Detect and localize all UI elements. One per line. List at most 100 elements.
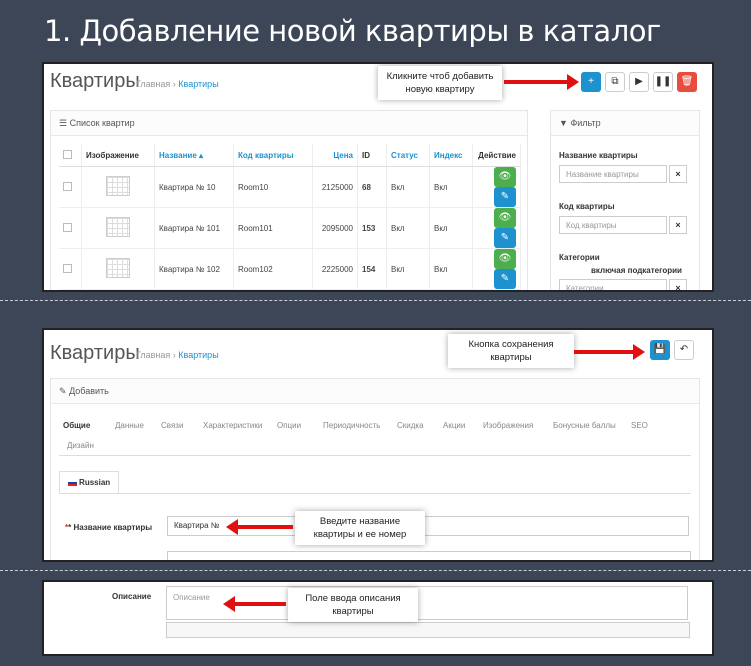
table-row: Квартира № 101 Room101 2095000 153 Вкл В…: [59, 207, 521, 249]
col-status[interactable]: Статус: [386, 144, 430, 167]
pause-icon: ❚❚: [654, 76, 672, 87]
screenshot-product-list: Квартиры Главная › Квартиры Кликните что…: [42, 62, 714, 292]
tab-reward-points[interactable]: Бонусные баллы: [553, 421, 616, 430]
list-panel: ☰ Список квартир Изображение Название ▴ …: [50, 110, 528, 290]
tab-links[interactable]: Связи: [161, 421, 183, 430]
table-row: Квартира № 10 Room10 2125000 68 Вкл Вкл …: [59, 166, 521, 208]
filter-panel-header: ▼ Фильтр: [551, 111, 699, 136]
callout-description: Поле ввода описания квартиры: [288, 588, 418, 622]
pencil-icon: ✎: [59, 386, 67, 396]
tab-general[interactable]: Общие: [63, 421, 90, 430]
next-field-stub: [167, 551, 691, 560]
edit-button[interactable]: ✎: [494, 187, 516, 207]
col-name[interactable]: Название ▴: [154, 144, 234, 167]
editor-resize-bar[interactable]: [166, 622, 690, 638]
pause-button[interactable]: ❚❚: [653, 72, 673, 92]
view-button[interactable]: 👁: [494, 249, 516, 269]
breadcrumb-home[interactable]: Главная: [136, 350, 170, 360]
floorplan-thumbnail: [106, 258, 130, 278]
add-panel: ✎ Добавить Общие Данные Связи Характерис…: [50, 378, 700, 560]
edit-button[interactable]: ✎: [494, 269, 516, 289]
row-checkbox[interactable]: [63, 181, 72, 191]
breadcrumb-separator: ›: [172, 350, 176, 360]
page-heading: 1. Добавление новой квартиры в каталог: [44, 14, 661, 48]
select-all-checkbox[interactable]: [63, 149, 72, 159]
tab-options[interactable]: Опции: [277, 421, 301, 430]
play-button[interactable]: ▶: [629, 72, 649, 92]
row-checkbox[interactable]: [63, 222, 72, 232]
tab-discount[interactable]: Скидка: [397, 421, 424, 430]
tab-language-russian[interactable]: Russian: [59, 471, 119, 494]
filter-name-clear-button[interactable]: ×: [669, 165, 687, 183]
row-name: Квартира № 10: [154, 166, 234, 208]
tab-design[interactable]: Дизайн: [67, 441, 94, 450]
breadcrumb-current[interactable]: Квартиры: [178, 79, 218, 89]
arrow-to-description: [223, 596, 286, 612]
tab-seo[interactable]: SEO: [631, 421, 648, 430]
filter-category-label: Категории: [559, 253, 600, 262]
view-button[interactable]: 👁: [494, 167, 516, 187]
eye-icon: 👁: [498, 253, 512, 264]
funnel-icon: ▼: [559, 118, 568, 128]
breadcrumb: Главная › Квартиры: [136, 79, 219, 89]
filter-code-label: Код квартиры: [559, 202, 615, 211]
flag-icon: [67, 479, 77, 486]
play-icon: ▶: [635, 76, 643, 87]
callout-save: Кнопка сохранения квартиры: [448, 334, 574, 368]
back-button[interactable]: ↶: [674, 340, 694, 360]
breadcrumb-current[interactable]: Квартиры: [178, 350, 218, 360]
filter-panel: ▼ Фильтр Название квартиры Название квар…: [550, 110, 700, 290]
row-code: Room10: [233, 166, 313, 208]
tab-special[interactable]: Акции: [443, 421, 465, 430]
filter-code-clear-button[interactable]: ×: [669, 216, 687, 234]
delete-button[interactable]: 🗑: [677, 72, 697, 92]
col-code[interactable]: Код квартиры: [233, 144, 313, 167]
divider: [0, 570, 751, 579]
tab-images[interactable]: Изображения: [483, 421, 533, 430]
page-title: Квартиры: [50, 70, 140, 92]
row-id: 68: [357, 166, 387, 208]
filter-title: Фильтр: [570, 118, 601, 128]
filter-category-input[interactable]: Категории: [559, 279, 667, 290]
arrow-to-add: [504, 74, 579, 90]
row-status: Вкл: [386, 207, 430, 249]
name-field-label-text: * Название квартиры: [68, 523, 153, 532]
eye-icon: 👁: [498, 171, 512, 182]
row-code: Room101: [233, 207, 313, 249]
breadcrumb-home[interactable]: Главная: [136, 79, 170, 89]
filter-category-clear-button[interactable]: ×: [669, 279, 687, 290]
col-index[interactable]: Индекс: [429, 144, 473, 167]
copy-button[interactable]: ⧉: [605, 72, 625, 92]
language-label: Russian: [79, 478, 111, 487]
pencil-icon: ✎: [500, 273, 510, 284]
row-code: Room102: [233, 248, 313, 290]
pencil-icon: ✎: [500, 191, 510, 202]
divider: [0, 300, 751, 309]
row-name: Квартира № 101: [154, 207, 234, 249]
row-status: Вкл: [386, 166, 430, 208]
tab-data[interactable]: Данные: [115, 421, 144, 430]
edit-button[interactable]: ✎: [494, 228, 516, 248]
tab-recurring[interactable]: Периодичность: [323, 421, 380, 430]
plus-icon: +: [588, 76, 594, 87]
description-label: Описание: [112, 592, 152, 601]
lang-tabs-divider: [59, 493, 691, 494]
row-price: 2225000: [312, 248, 358, 290]
row-checkbox[interactable]: [63, 263, 72, 273]
floppy-disk-icon: 💾: [653, 344, 667, 355]
add-button[interactable]: +: [581, 72, 601, 92]
filter-code-input[interactable]: Код квартиры: [559, 216, 667, 234]
view-button[interactable]: 👁: [494, 208, 516, 228]
filter-name-input[interactable]: Название квартиры: [559, 165, 667, 183]
col-price[interactable]: Цена: [312, 144, 358, 167]
screenshot-description: Описание Описание Поле ввода описания кв…: [42, 580, 714, 656]
col-action: Действие: [472, 144, 521, 167]
callout-name: Введите название квартиры и ее номер: [295, 511, 425, 545]
add-panel-header: ✎ Добавить: [51, 379, 699, 404]
save-button[interactable]: 💾: [650, 340, 670, 360]
row-index: Вкл: [429, 248, 473, 290]
list-icon: ☰: [59, 118, 68, 128]
copy-icon: ⧉: [611, 76, 619, 87]
arrow-to-name: [226, 519, 293, 535]
tab-attributes[interactable]: Характеристики: [203, 421, 262, 430]
